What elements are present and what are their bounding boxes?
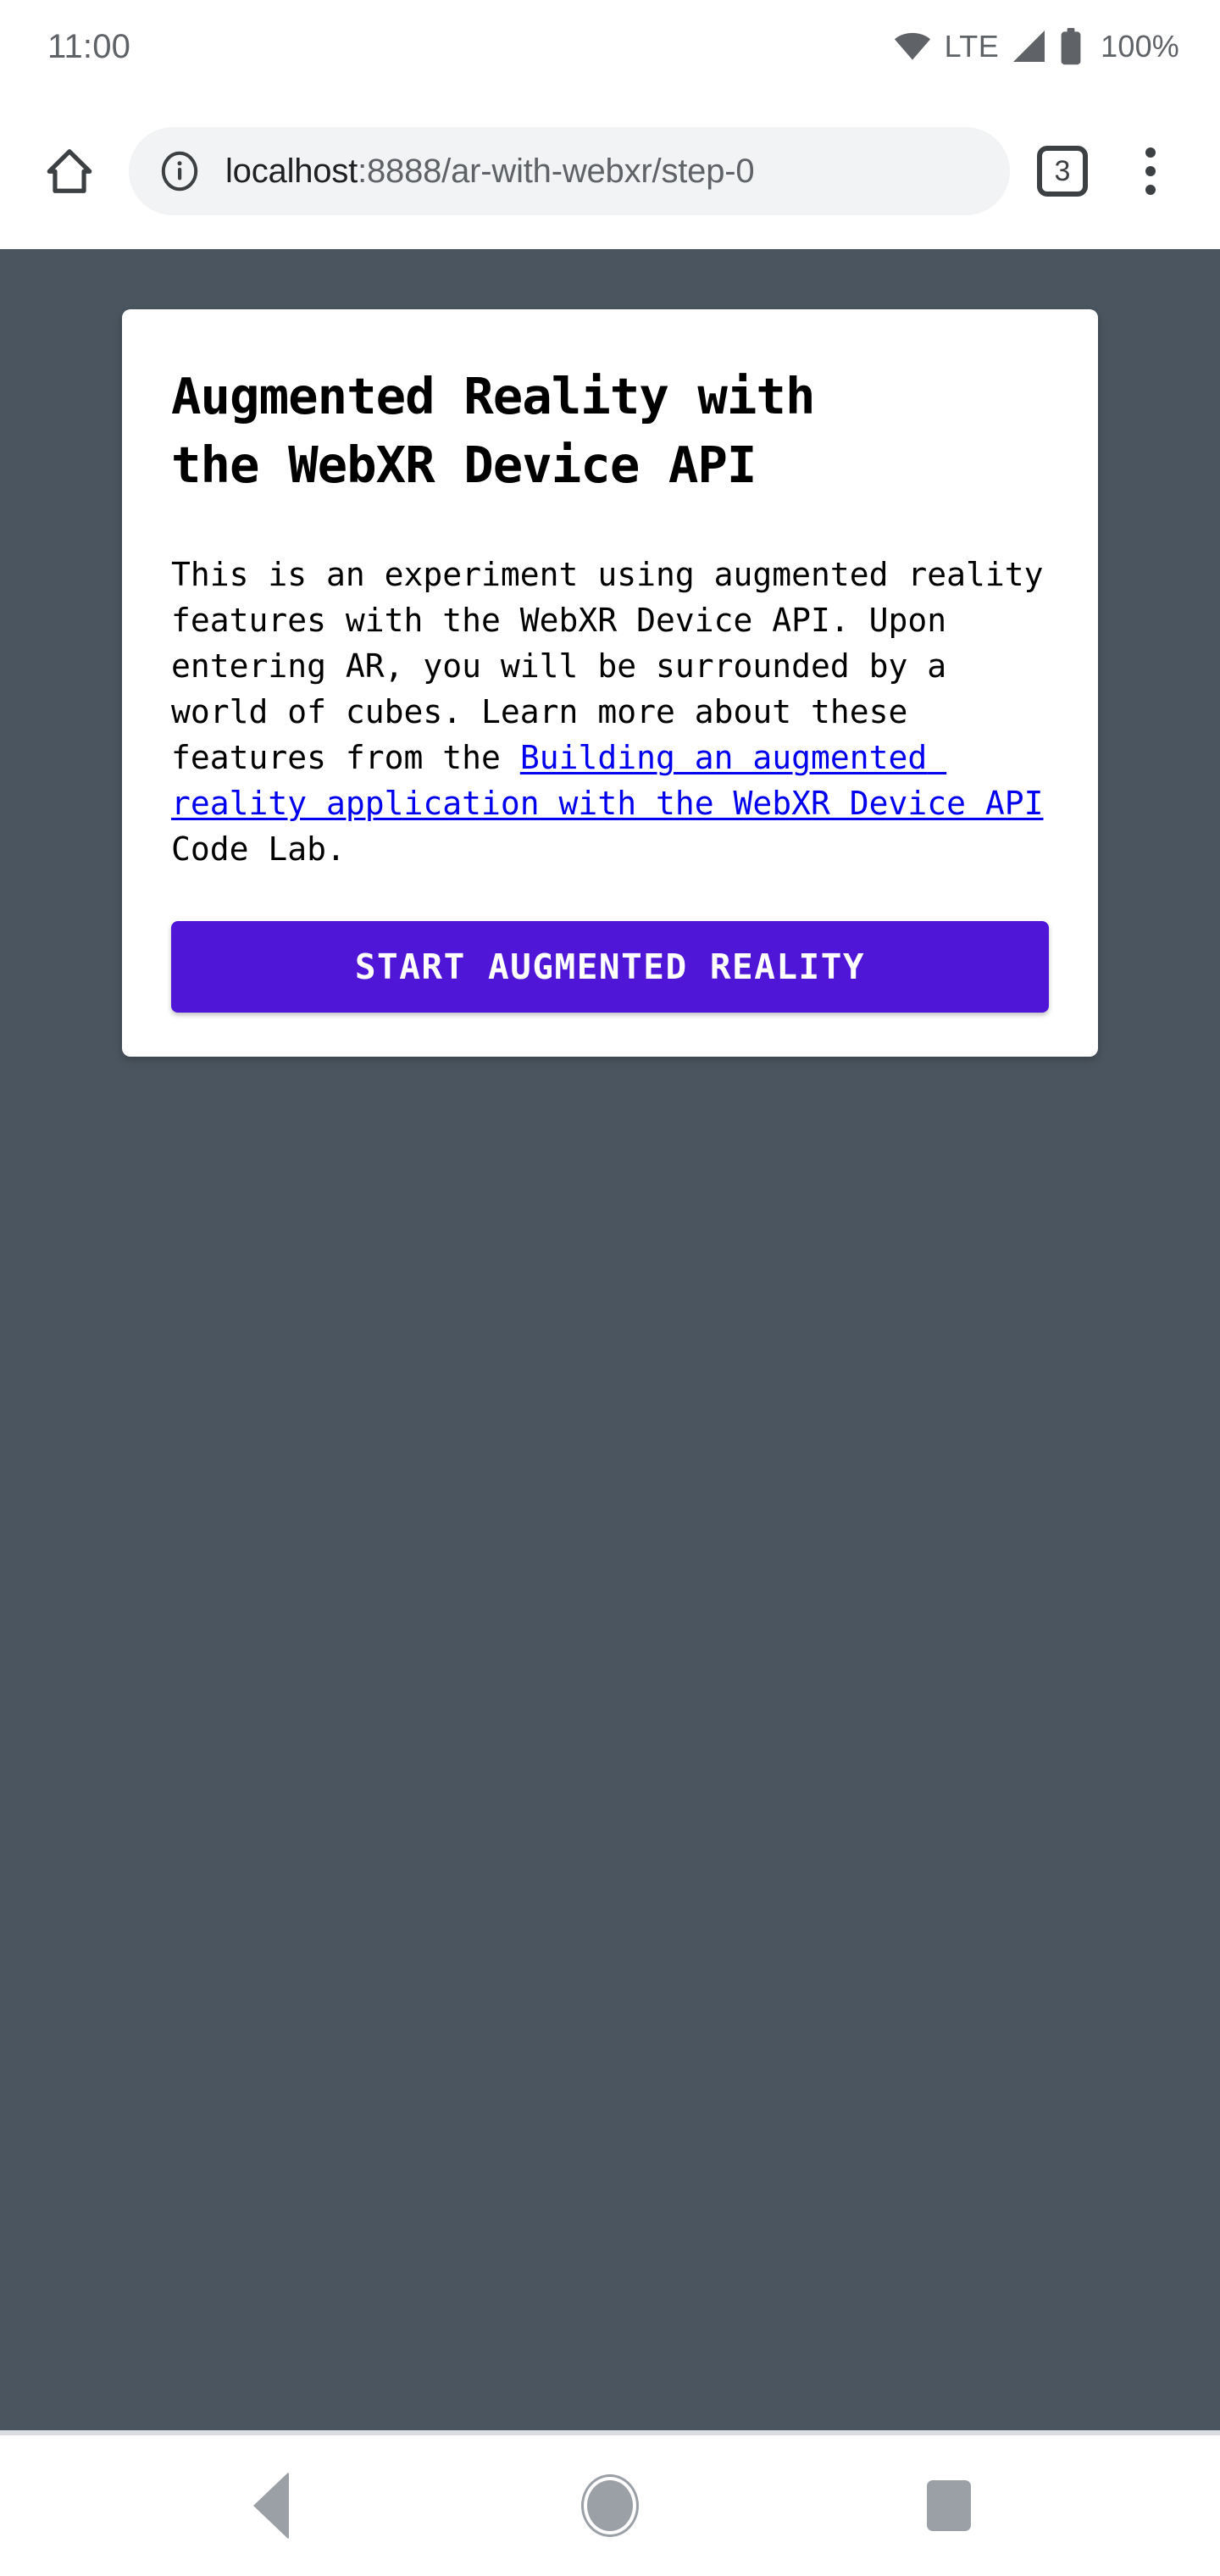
overflow-menu-icon[interactable]	[1110, 130, 1191, 212]
status-clock: 11:00	[47, 27, 131, 65]
home-icon[interactable]	[29, 130, 110, 212]
page-description: This is an experiment using augmented re…	[171, 552, 1049, 873]
back-button[interactable]	[212, 2446, 330, 2565]
tab-count-label: 3	[1054, 155, 1071, 187]
battery-full-icon	[1060, 28, 1082, 65]
status-indicators: LTE 100%	[894, 28, 1179, 65]
web-page-viewport: Augmented Reality with the WebXR Device …	[0, 249, 1220, 2430]
url-host: localhost	[225, 152, 358, 190]
back-triangle-icon	[253, 2472, 289, 2540]
cell-signal-icon	[1012, 31, 1046, 63]
tab-switcher-button[interactable]: 3	[1023, 132, 1101, 210]
menu-dot	[1145, 185, 1156, 195]
menu-dot	[1145, 166, 1156, 176]
url-text: localhost:8888/ar-with-webxr/step-0	[225, 153, 754, 191]
content-card: Augmented Reality with the WebXR Device …	[122, 309, 1098, 1058]
menu-dot	[1145, 147, 1156, 158]
page-title: Augmented Reality with the WebXR Device …	[171, 367, 815, 495]
recents-square-icon	[927, 2480, 971, 2531]
android-nav-bar	[0, 2435, 1220, 2576]
wifi-icon	[894, 32, 931, 61]
status-bar: 11:00 LTE 100%	[0, 0, 1220, 93]
page-info-icon[interactable]	[159, 151, 200, 192]
url-bar[interactable]: localhost:8888/ar-with-webxr/step-0	[129, 127, 1010, 215]
battery-percent-label: 100%	[1101, 29, 1179, 64]
recents-button[interactable]	[890, 2446, 1008, 2565]
browser-toolbar: localhost:8888/ar-with-webxr/step-0 3	[0, 93, 1220, 249]
network-type-label: LTE	[944, 29, 1000, 64]
url-path: :8888/ar-with-webxr/step-0	[358, 152, 755, 190]
home-circle-icon	[587, 2480, 633, 2531]
start-augmented-reality-button[interactable]: START AUGMENTED REALITY	[171, 921, 1049, 1013]
home-button[interactable]	[551, 2446, 669, 2565]
android-phone-screen: 11:00 LTE 100% localhost:8888/ar-with-we…	[0, 0, 1220, 2576]
tab-count-badge: 3	[1037, 146, 1088, 197]
